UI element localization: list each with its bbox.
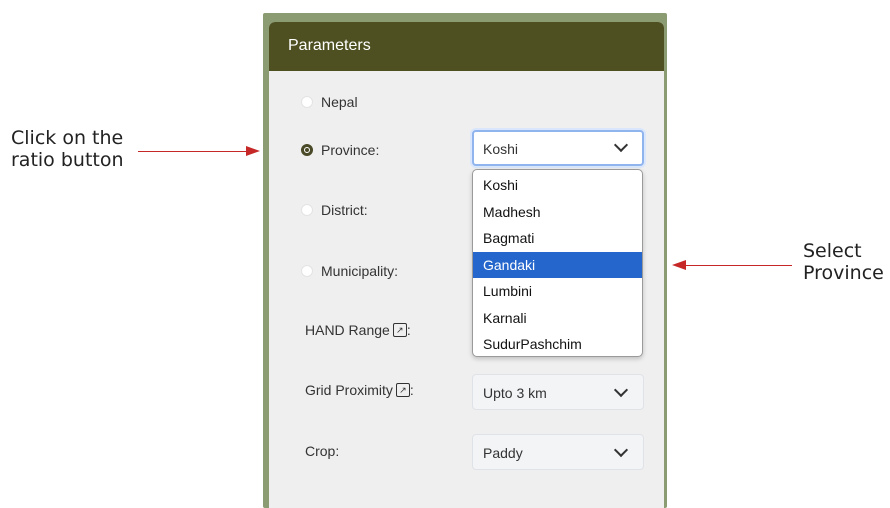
panel-header: Parameters bbox=[269, 22, 664, 71]
arrow-line-right bbox=[684, 265, 792, 266]
dropdown-option[interactable]: SudurPashchim bbox=[473, 331, 642, 358]
crop-select[interactable]: Paddy bbox=[472, 434, 644, 470]
radio-municipality[interactable] bbox=[301, 265, 313, 277]
province-select[interactable]: Koshi bbox=[472, 130, 644, 166]
external-link-icon[interactable]: ↗ bbox=[395, 383, 410, 398]
radio-label-nepal: Nepal bbox=[321, 94, 358, 110]
dropdown-option[interactable]: Karnali bbox=[473, 305, 642, 332]
arrow-left-icon bbox=[672, 260, 686, 270]
dropdown-option-highlighted[interactable]: Gandaki bbox=[473, 251, 642, 278]
grid-proximity-select[interactable]: Upto 3 km bbox=[472, 374, 644, 410]
radio-row-nepal[interactable]: Nepal bbox=[269, 86, 664, 118]
dropdown-option[interactable]: Koshi bbox=[473, 172, 642, 199]
grid-proximity-value: Upto 3 km bbox=[483, 385, 547, 401]
hand-range-colon: : bbox=[406, 322, 411, 338]
chevron-down-icon bbox=[613, 382, 629, 398]
chevron-down-icon bbox=[613, 442, 629, 458]
annotation-right: Select Province bbox=[803, 240, 884, 284]
radio-label-province: Province: bbox=[321, 142, 380, 158]
province-dropdown-list: Koshi Madhesh Bagmati Gandaki Lumbini Ka… bbox=[472, 169, 643, 357]
radio-label-district: District: bbox=[321, 202, 368, 218]
dropdown-option[interactable]: Bagmati bbox=[473, 225, 642, 252]
radio-district[interactable] bbox=[301, 204, 313, 216]
external-link-icon[interactable]: ↗ bbox=[392, 323, 407, 338]
hand-range-text: HAND Range bbox=[305, 322, 390, 338]
chevron-down-icon bbox=[613, 137, 629, 153]
arrow-right-icon bbox=[246, 146, 260, 156]
annotation-right-line1: Select bbox=[803, 240, 862, 262]
radio-nepal[interactable] bbox=[301, 96, 313, 108]
annotation-right-line2: Province bbox=[803, 262, 884, 284]
hand-range-label: HAND Range ↗: bbox=[305, 322, 411, 338]
panel-title: Parameters bbox=[288, 37, 371, 54]
radio-province[interactable] bbox=[301, 144, 313, 156]
crop-value: Paddy bbox=[483, 445, 523, 461]
crop-label: Crop: bbox=[305, 443, 340, 459]
radio-label-municipality: Municipality: bbox=[321, 263, 399, 279]
grid-proximity-label: Grid Proximity ↗: bbox=[305, 382, 414, 398]
province-select-value: Koshi bbox=[483, 141, 519, 157]
grid-proximity-colon: : bbox=[409, 382, 414, 398]
annotation-left-line1: Click on the bbox=[11, 127, 124, 149]
arrow-line-left bbox=[138, 151, 248, 152]
annotation-left: Click on the ratio button bbox=[11, 127, 124, 171]
dropdown-option[interactable]: Madhesh bbox=[473, 199, 642, 226]
dropdown-option[interactable]: Lumbini bbox=[473, 278, 642, 305]
annotation-left-line2: ratio button bbox=[11, 149, 124, 171]
grid-proximity-text: Grid Proximity bbox=[305, 382, 393, 398]
